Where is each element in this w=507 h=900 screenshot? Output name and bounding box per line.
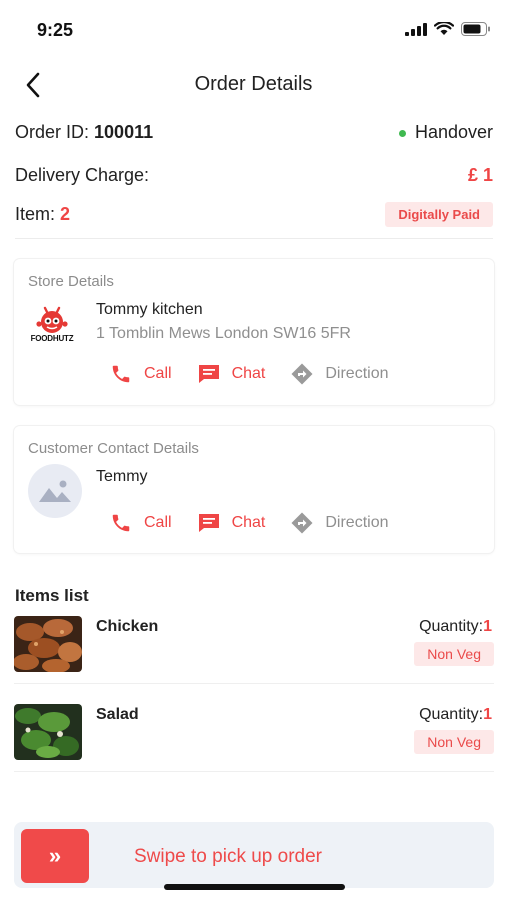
item-count-row: Item: 2 Digitally Paid: [15, 202, 493, 227]
status-dot: [398, 129, 406, 137]
item-tag: Non Veg: [414, 642, 494, 666]
customer-name: Temmy: [96, 468, 148, 485]
page-title: Order Details: [194, 73, 313, 95]
order-id-row: Order ID: 100011 Handover: [15, 122, 493, 143]
status-icons: [405, 22, 491, 36]
order-id: Order ID: 100011: [15, 122, 153, 143]
delivery-value: £ 1: [467, 165, 493, 185]
store-call-button[interactable]: Call: [108, 361, 172, 387]
direction-icon: [289, 510, 315, 536]
item-name: Salad: [96, 706, 139, 723]
store-name: Tommy kitchen: [96, 301, 203, 318]
store-chat-label: Chat: [231, 365, 266, 382]
store-direction-label: Direction: [325, 365, 389, 382]
list-item[interactable]: Chicken Quantity:1 Non Veg: [14, 616, 494, 672]
image-placeholder-icon: [39, 480, 71, 502]
list-item[interactable]: Salad Quantity:1 Non Veg: [14, 704, 494, 760]
item-count: Item: 2: [15, 204, 70, 225]
item-count-value: 2: [60, 204, 71, 224]
quantity-value: 1: [483, 706, 492, 723]
payment-badge: Digitally Paid: [385, 202, 493, 227]
item-quantity: Quantity:1: [419, 706, 492, 724]
delivery-row: Delivery Charge: £ 1: [15, 165, 493, 186]
divider: [14, 771, 494, 772]
store-direction-button[interactable]: Direction: [289, 361, 389, 387]
quantity-label: Quantity:: [419, 706, 484, 723]
battery-icon: [461, 22, 490, 36]
customer-direction-label: Direction: [325, 514, 389, 531]
store-section-title: Store Details: [28, 273, 114, 290]
customer-chat-button[interactable]: Chat: [196, 510, 266, 536]
customer-actions: Call Chat Direction: [108, 510, 413, 536]
phone-icon: [108, 510, 134, 536]
store-logo-text: FOODHUTZ: [30, 334, 74, 343]
chicken-image: [14, 616, 82, 672]
store-actions: Call Chat Direction: [108, 361, 413, 387]
store-address: 1 Tomblin Mews London SW16 5FR: [96, 325, 351, 342]
customer-call-label: Call: [144, 514, 172, 531]
item-tag: Non Veg: [414, 730, 494, 754]
chat-icon: [196, 510, 222, 536]
item-label: Item:: [15, 204, 56, 224]
direction-icon: [289, 361, 315, 387]
home-indicator: [164, 884, 345, 890]
swipe-handle[interactable]: »: [21, 829, 89, 883]
nav-bar: Order Details: [0, 64, 507, 106]
status-text: Handover: [414, 122, 493, 142]
customer-chat-label: Chat: [231, 514, 266, 531]
item-quantity: Quantity:1: [419, 618, 492, 636]
customer-call-button[interactable]: Call: [108, 510, 172, 536]
customer-direction-button[interactable]: Direction: [289, 510, 389, 536]
salad-image: [14, 704, 82, 760]
divider: [14, 683, 494, 684]
customer-card: Customer Contact Details Temmy Call Chat…: [14, 426, 494, 553]
item-name: Chicken: [96, 618, 159, 635]
signal-icon: [405, 22, 427, 36]
divider: [15, 238, 493, 239]
delivery-label: Delivery Charge:: [15, 165, 150, 185]
swipe-to-pickup-slider[interactable]: » Swipe to pick up order: [14, 822, 494, 888]
customer-avatar: [28, 464, 82, 518]
store-call-label: Call: [144, 365, 172, 382]
swipe-label: Swipe to pick up order: [134, 846, 322, 867]
quantity-label: Quantity:: [419, 618, 484, 635]
order-status: Handover: [398, 122, 493, 143]
store-logo: FOODHUTZ: [28, 299, 76, 347]
double-chevron-right-icon: »: [48, 843, 62, 868]
chat-icon: [196, 361, 222, 387]
phone-icon: [108, 361, 134, 387]
customer-section-title: Customer Contact Details: [28, 440, 199, 457]
status-bar: 9:25: [0, 0, 507, 56]
store-card: Store Details FOODHUTZ Tommy kitchen 1 T…: [14, 259, 494, 405]
status-time: 9:25: [37, 20, 74, 40]
wifi-icon: [434, 22, 454, 35]
items-list-title: Items list: [15, 586, 89, 605]
store-chat-button[interactable]: Chat: [196, 361, 266, 387]
order-id-label: Order ID:: [15, 122, 90, 142]
quantity-value: 1: [483, 618, 492, 635]
order-id-value: 100011: [94, 122, 154, 142]
